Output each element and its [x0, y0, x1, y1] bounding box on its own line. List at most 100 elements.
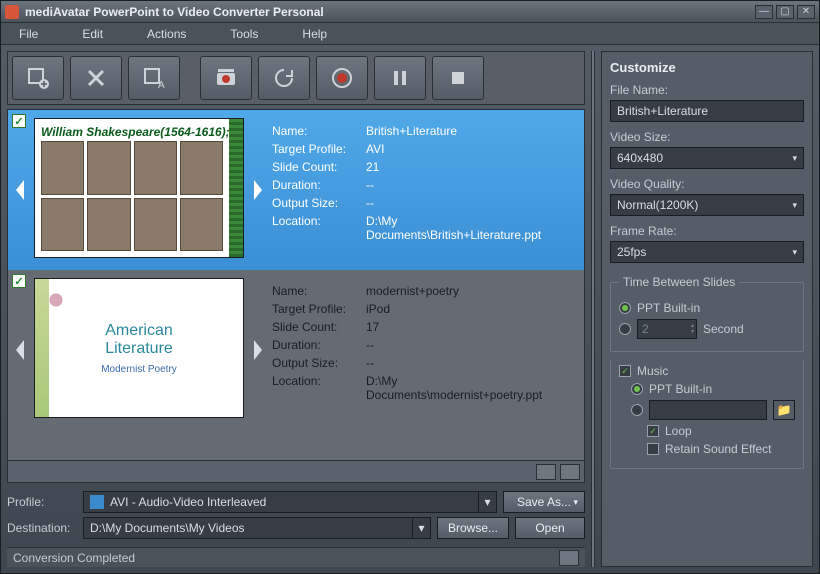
value-output: --: [366, 196, 562, 210]
music-path-input[interactable]: [649, 400, 767, 420]
music-browse-button[interactable]: 📁: [773, 400, 795, 420]
customize-title: Customize: [610, 60, 804, 75]
close-button[interactable]: ✕: [797, 5, 815, 19]
status-bar: Conversion Completed: [7, 547, 585, 567]
time-between-slides-group: Time Between Slides PPT Built-in 2 Secon…: [610, 275, 804, 352]
view-list-button[interactable]: [536, 464, 556, 480]
label-duration: Duration:: [272, 338, 358, 352]
status-text: Conversion Completed: [13, 551, 135, 565]
view-toolbar: [8, 460, 584, 482]
label-profile: Target Profile:: [272, 302, 358, 316]
value-profile: iPod: [366, 302, 562, 316]
video-quality-combo[interactable]: Normal(1200K): [610, 194, 804, 216]
music-builtin-label: PPT Built-in: [649, 382, 712, 396]
value-duration: --: [366, 338, 562, 352]
value-slides: 17: [366, 320, 562, 334]
record-button[interactable]: [316, 56, 368, 100]
value-profile: AVI: [366, 142, 562, 156]
label-duration: Duration:: [272, 178, 358, 192]
status-toggle-button[interactable]: [559, 550, 579, 566]
menu-file[interactable]: File: [19, 27, 38, 41]
value-location: D:\My Documents\British+Literature.ppt: [366, 214, 562, 242]
window-title: mediAvatar PowerPoint to Video Converter…: [25, 5, 752, 19]
add-button[interactable]: [12, 56, 64, 100]
body: A ✓ William Shakespeare(1564-1616);: [1, 45, 819, 573]
item-metadata: Name:British+Literature Target Profile:A…: [272, 118, 562, 262]
menu-tools[interactable]: Tools: [230, 27, 258, 41]
profile-combo[interactable]: AVI - Audio-Video Interleaved▾: [83, 491, 497, 513]
thumb-title: William Shakespeare(1564-1616);: [41, 125, 237, 139]
svg-text:A: A: [158, 80, 165, 90]
value-slides: 21: [366, 160, 562, 174]
destination-combo[interactable]: D:\My Documents\My Videos▾: [83, 517, 431, 539]
music-custom-radio[interactable]: [631, 404, 643, 416]
tbs-custom-radio[interactable]: [619, 323, 631, 335]
avi-icon: [90, 495, 104, 509]
menubar: File Edit Actions Tools Help: [1, 23, 819, 45]
item-metadata: Name: modernist+poetry Target Profile: iPo…: [272, 278, 562, 422]
menu-edit[interactable]: Edit: [82, 27, 103, 41]
menu-help[interactable]: Help: [302, 27, 327, 41]
titlebar: mediAvatar PowerPoint to Video Converter…: [1, 1, 819, 23]
value-name: modernist+poetry: [366, 284, 562, 298]
thumb-subtitle: Modernist Poetry: [101, 364, 177, 375]
tbs-builtin-label: PPT Built-in: [637, 301, 700, 315]
folder-icon: 📁: [777, 403, 792, 417]
tbs-builtin-radio[interactable]: [619, 302, 631, 314]
label-name: Name:: [272, 124, 358, 138]
destination-label: Destination:: [7, 521, 77, 535]
maximize-button[interactable]: ▢: [776, 5, 794, 19]
retain-checkbox[interactable]: [647, 443, 659, 455]
label-slides: Slide Count:: [272, 320, 358, 334]
thumb-title: AmericanLiterature: [105, 322, 173, 358]
tbs-seconds-input[interactable]: 2: [637, 319, 697, 339]
item-checkbox[interactable]: ✓: [12, 274, 26, 288]
profile-label: Profile:: [7, 495, 77, 509]
view-detail-button[interactable]: [560, 464, 580, 480]
prev-slide-button[interactable]: [12, 278, 28, 422]
tbs-legend: Time Between Slides: [619, 275, 739, 289]
minimize-button[interactable]: —: [755, 5, 773, 19]
music-builtin-radio[interactable]: [631, 383, 643, 395]
label-output: Output Size:: [272, 356, 358, 370]
item-checkbox[interactable]: ✓: [12, 114, 26, 128]
video-size-combo[interactable]: 640x480: [610, 147, 804, 169]
filename-label: File Name:: [610, 83, 804, 97]
file-list: ✓ William Shakespeare(1564-1616); Name:B…: [7, 109, 585, 483]
toolbar: A: [7, 51, 585, 105]
music-checkbox[interactable]: ✓: [619, 365, 631, 377]
pause-button[interactable]: [374, 56, 426, 100]
menu-actions[interactable]: Actions: [147, 27, 186, 41]
refresh-button[interactable]: [258, 56, 310, 100]
label-profile: Target Profile:: [272, 142, 358, 156]
filename-input[interactable]: British+Literature: [610, 100, 804, 122]
loop-checkbox[interactable]: ✓: [647, 425, 659, 437]
music-label: Music: [637, 364, 668, 378]
label-location: Location:: [272, 214, 358, 242]
save-as-button[interactable]: Save As...: [503, 491, 585, 513]
open-button[interactable]: Open: [515, 517, 585, 539]
next-slide-button[interactable]: [250, 118, 266, 262]
list-item[interactable]: ✓ William Shakespeare(1564-1616); Name:B…: [8, 110, 584, 270]
left-pane: A ✓ William Shakespeare(1564-1616);: [7, 51, 585, 567]
frame-rate-combo[interactable]: 25fps: [610, 241, 804, 263]
splitter[interactable]: [591, 51, 595, 567]
list-item[interactable]: ✓ AmericanLiterature Modernist Poetry Na…: [8, 270, 584, 430]
auto-button[interactable]: A: [128, 56, 180, 100]
label-name: Name:: [272, 284, 358, 298]
camera-button[interactable]: [200, 56, 252, 100]
tbs-unit-label: Second: [703, 322, 744, 336]
value-location: D:\My Documents\modernist+poetry.ppt: [366, 374, 562, 402]
delete-button[interactable]: [70, 56, 122, 100]
browse-button[interactable]: Browse...: [437, 517, 509, 539]
next-slide-button[interactable]: [250, 278, 266, 422]
label-location: Location:: [272, 374, 358, 402]
value-duration: --: [366, 178, 562, 192]
frame-rate-label: Frame Rate:: [610, 224, 804, 238]
stop-button[interactable]: [432, 56, 484, 100]
slide-thumbnail: AmericanLiterature Modernist Poetry: [34, 278, 244, 418]
loop-label: Loop: [665, 424, 692, 438]
customize-panel: Customize File Name: British+Literature …: [601, 51, 813, 567]
prev-slide-button[interactable]: [12, 118, 28, 262]
music-group: ✓ Music PPT Built-in 📁 ✓ Loop: [610, 360, 804, 469]
